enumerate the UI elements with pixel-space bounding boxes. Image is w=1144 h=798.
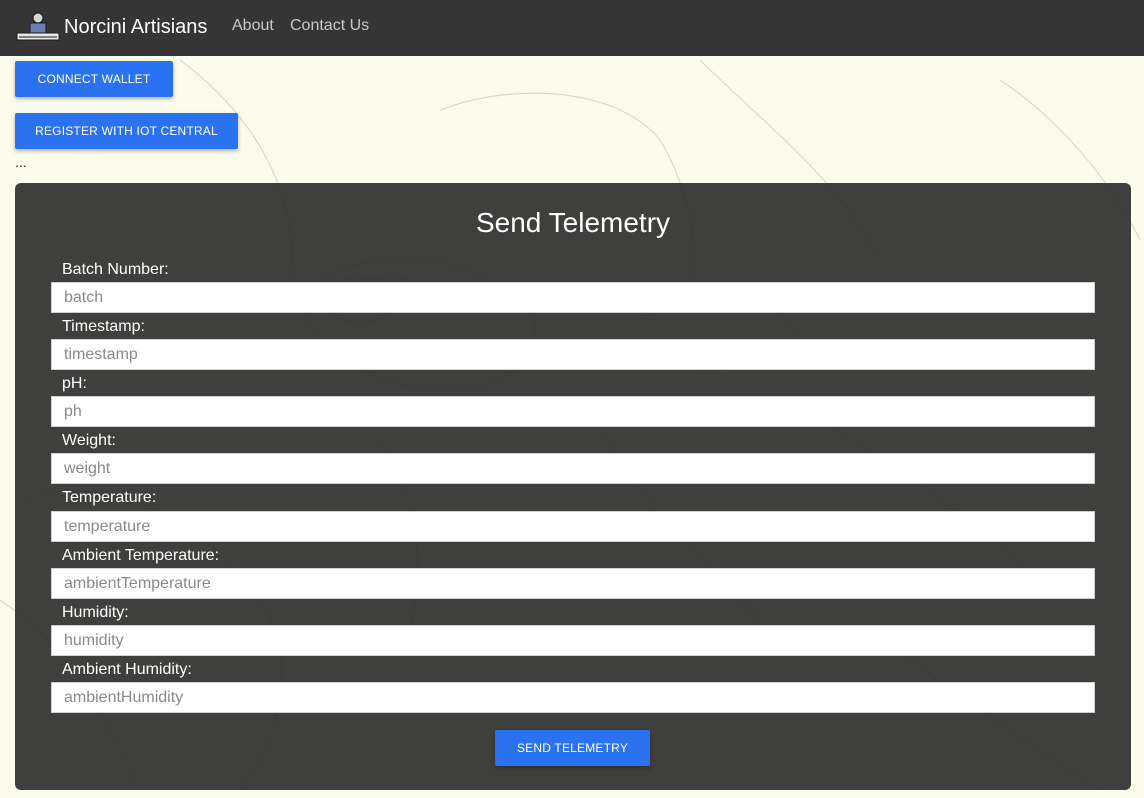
ph-input[interactable] <box>51 396 1095 427</box>
panel-title: Send Telemetry <box>475 207 671 238</box>
nav-link-contact-us[interactable]: Contact Us <box>290 16 369 36</box>
ph-label: pH: <box>62 375 87 392</box>
status-text: ... <box>15 154 27 170</box>
send-telemetry-button[interactable]: SEND TELEMETRY <box>495 730 650 766</box>
ambient-humidity-label: Ambient Humidity: <box>62 661 192 678</box>
temperature-input[interactable] <box>51 511 1095 542</box>
register-iot-central-button[interactable]: REGISTER WITH IOT CENTRAL <box>15 113 238 149</box>
humidity-input[interactable] <box>51 625 1095 656</box>
connect-wallet-button[interactable]: CONNECT WALLET <box>15 61 173 97</box>
send-telemetry-panel: Send Telemetry Batch Number: Timestamp: … <box>15 183 1131 790</box>
humidity-label: Humidity: <box>62 604 129 621</box>
timestamp-label: Timestamp: <box>62 318 145 335</box>
temperature-label: Temperature: <box>62 489 157 506</box>
logo-icon[interactable] <box>15 11 61 43</box>
top-navbar: Norcini Artisians About Contact Us <box>0 0 1144 56</box>
weight-input[interactable] <box>51 453 1095 484</box>
nav-link-about[interactable]: About <box>232 16 274 36</box>
timestamp-input[interactable] <box>51 339 1095 370</box>
batch-number-input[interactable] <box>51 282 1095 313</box>
weight-label: Weight: <box>62 432 116 449</box>
ambient-temperature-input[interactable] <box>51 568 1095 599</box>
brand-name[interactable]: Norcini Artisians <box>64 14 207 40</box>
ambient-temperature-label: Ambient Temperature: <box>62 547 220 564</box>
ambient-humidity-input[interactable] <box>51 682 1095 713</box>
batch-number-label: Batch Number: <box>62 261 169 278</box>
